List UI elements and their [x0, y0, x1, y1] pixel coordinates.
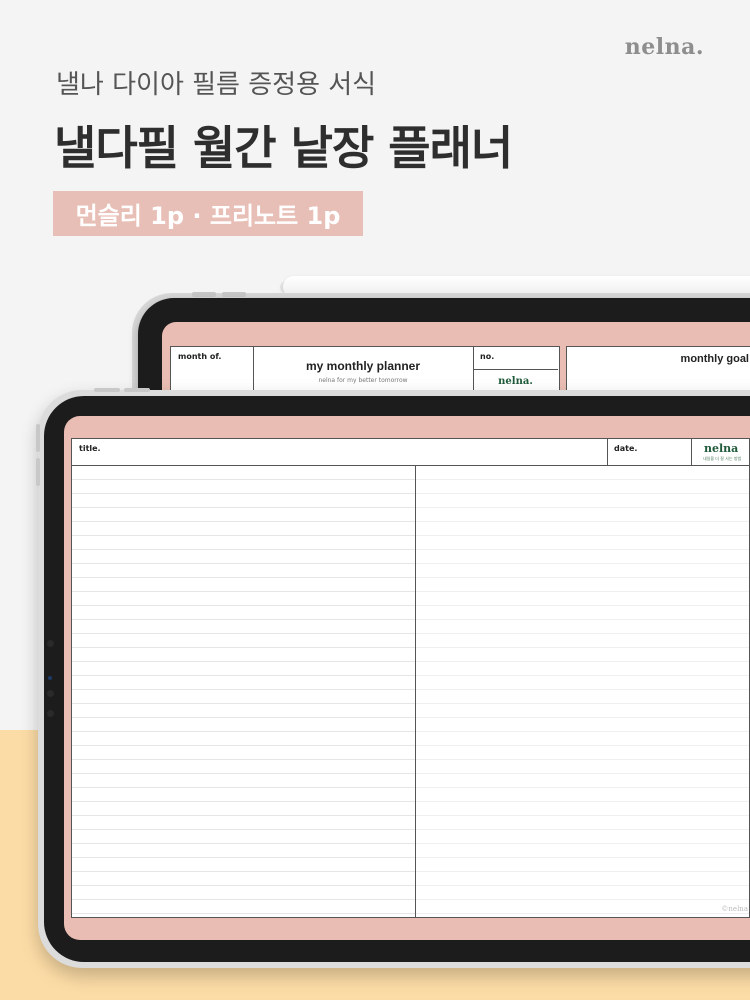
camera-dot	[47, 710, 54, 717]
date-label: date.	[614, 444, 638, 453]
planner-title: my monthly planner	[305, 359, 421, 373]
month-label: month of.	[178, 352, 222, 361]
left-lined-column	[72, 466, 416, 917]
date-cell: date.	[607, 439, 692, 465]
page-title: 낼다필 월간 낱장 플래너	[54, 121, 513, 175]
camera-dot	[47, 690, 54, 697]
no-label: no.	[480, 352, 495, 361]
feature-tag: 먼슬리 1p · 프리노트 1p	[53, 191, 363, 236]
front-tablet-button	[94, 388, 120, 392]
monthly-goal-title: monthly goal	[680, 353, 749, 365]
monthly-goal-box: monthly goal	[566, 346, 750, 396]
note-logo-tagline: 내일을 더 잘 사는 방법	[703, 456, 742, 461]
title-label: title.	[79, 444, 101, 453]
no-cell: no. nelna.	[473, 347, 558, 395]
camera-dot	[47, 640, 54, 647]
note-logo: nelna	[704, 442, 739, 455]
planner-logo: nelna.	[498, 376, 533, 387]
monthly-planner-header: month of. my monthly planner nelna for m…	[170, 346, 560, 396]
back-tablet-button	[222, 292, 246, 297]
brand-logo: nelna.	[624, 34, 704, 60]
title-cell: title.	[72, 439, 608, 465]
free-note-header: title. date. nelna 내일을 더 잘 사는 방법	[71, 438, 750, 466]
month-cell: month of.	[171, 347, 254, 395]
free-note-body	[71, 466, 750, 918]
planner-subtitle: nelna for my better tomorrow	[318, 377, 408, 384]
volume-button	[36, 424, 40, 452]
volume-button	[36, 458, 40, 486]
camera-lens	[48, 676, 52, 680]
logo-cell: nelna 내일을 더 잘 사는 방법	[691, 439, 750, 465]
page-subtitle: 낼나 다이아 필름 증정용 서식	[56, 70, 377, 100]
planner-title-cell: my monthly planner nelna for my better t…	[253, 347, 474, 395]
front-tablet-button	[124, 388, 150, 392]
back-tablet-button	[192, 292, 216, 297]
copyright-mark: ©nelna	[721, 905, 748, 913]
right-lined-column	[416, 466, 749, 917]
